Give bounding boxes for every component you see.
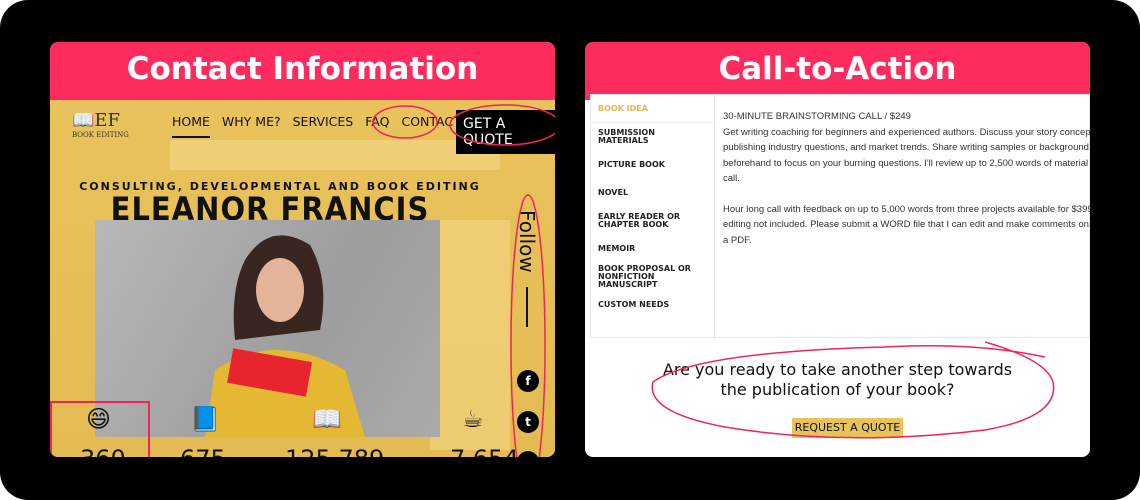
request-quote-button[interactable]: REQUEST A QUOTE <box>792 418 903 438</box>
card-title: Contact Information <box>50 42 555 100</box>
tab-book-idea[interactable]: BOOK IDEA <box>591 95 714 123</box>
get-quote-button[interactable]: GET A QUOTE <box>456 110 555 154</box>
tab-early-reader[interactable]: EARLY READER OR CHAPTER BOOK <box>591 207 714 235</box>
card-title: Call-to-Action <box>585 42 1090 100</box>
tab-list: BOOK IDEA SUBMISSION MATERIALS PICTURE B… <box>591 95 715 339</box>
hero: 📖EF BOOK EDITING HOME WHY ME? SERVICES FA… <box>50 100 555 457</box>
twitter-icon[interactable]: t <box>517 411 539 433</box>
contact-card: Contact Information 📖EF BOOK EDITING HOME… <box>50 42 555 457</box>
tab-picture-book[interactable]: PICTURE BOOK <box>591 151 714 179</box>
tab-memoir[interactable]: MEMOIR <box>591 235 714 263</box>
tab-book-proposal[interactable]: BOOK PROPOSAL OR NONFICTION MANUSCRIPT <box>591 263 714 291</box>
facebook-icon[interactable]: f <box>517 370 539 392</box>
smile-icon: 😄 <box>86 405 112 433</box>
cta-text: Are you ready to take another step towar… <box>662 360 1013 399</box>
nav-faq[interactable]: FAQ <box>365 114 389 138</box>
author-photo <box>95 220 440 437</box>
nav-home[interactable]: HOME <box>172 114 210 138</box>
text-line: a PDF. <box>723 234 752 246</box>
logo[interactable]: 📖EF BOOK EDITING <box>72 110 129 139</box>
services-tabs: BOOK IDEA SUBMISSION MATERIALS PICTURE B… <box>590 94 1090 339</box>
content-heading: 30-MINUTE BRAINSTORMING CALL / $249 <box>723 111 911 122</box>
nav-contact[interactable]: CONTACT <box>401 114 460 138</box>
stat-value: 7,654 <box>450 445 519 457</box>
text-line: Get writing coaching for beginners and e… <box>723 126 1090 138</box>
tab-custom-needs[interactable]: CUSTOM NEEDS <box>591 291 714 319</box>
nav-why-me[interactable]: WHY ME? <box>222 114 281 138</box>
tab-submission-materials[interactable]: SUBMISSION MATERIALS <box>591 123 714 151</box>
stat-value: 675 <box>180 445 226 457</box>
text-line: publishing industry questions, and marke… <box>723 142 1090 153</box>
cta-card: Call-to-Action BOOK IDEA SUBMISSION MATE… <box>585 42 1090 457</box>
text-line: call. <box>723 173 740 184</box>
woman-illustration <box>205 235 365 437</box>
text-line: beforehand to focus on your burning ques… <box>723 157 1090 169</box>
text-line: editing not included. Please submit a WO… <box>723 219 1090 230</box>
coffee-icon: ☕ <box>462 405 484 433</box>
stat-value: 125,789 <box>285 445 384 457</box>
text-line: Hour long call with feedback on up to 5,… <box>723 203 1090 215</box>
instagram-icon[interactable]: ◎ <box>517 451 539 457</box>
follow-label: Follow <box>515 210 539 328</box>
reader-icon: 📖 <box>312 405 342 433</box>
main-nav: HOME WHY ME? SERVICES FAQ CONTACT <box>172 114 461 138</box>
book-icon: 📘 <box>190 405 220 433</box>
nav-services[interactable]: SERVICES <box>293 114 354 138</box>
tab-content: 30-MINUTE BRAINSTORMING CALL / $249 Get … <box>723 109 1090 248</box>
stat-value: 360 <box>80 445 126 457</box>
tab-novel[interactable]: NOVEL <box>591 179 714 207</box>
